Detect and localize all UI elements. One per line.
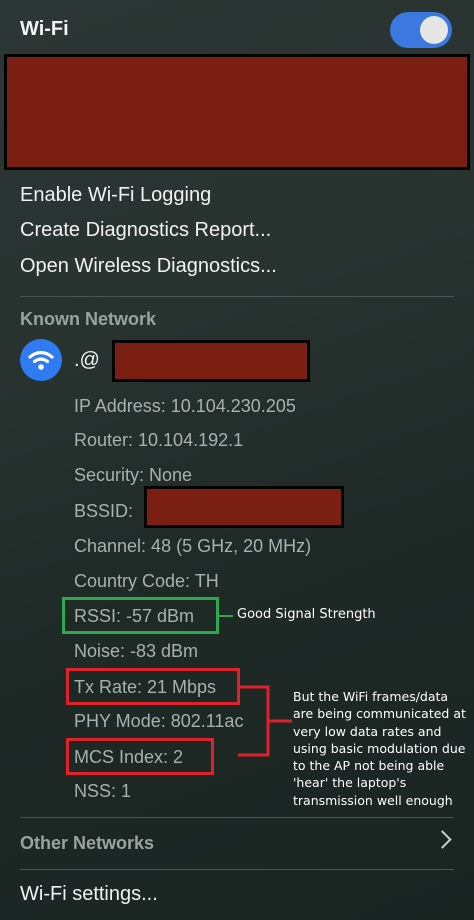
annotation-good-signal: Good Signal Strength [237, 607, 376, 622]
red-bracket-connector [238, 685, 292, 757]
annotation-line: to the AP not being able [293, 758, 445, 774]
known-network-ssid[interactable]: .@ [74, 349, 100, 372]
detail-mcs-index: MCS Index: 2 [74, 747, 184, 767]
wifi-settings-link[interactable]: Wi-Fi settings... [20, 883, 158, 906]
divider [20, 817, 454, 818]
divider [20, 869, 454, 870]
annotation-line: very low data rates and [293, 723, 442, 739]
toggle-knob [420, 16, 448, 44]
annotation-line: 'hear' the laptop's [293, 775, 407, 791]
wifi-title: Wi-Fi [20, 18, 69, 40]
detail-nss: NSS: 1 [74, 781, 132, 801]
detail-security: Security: None [74, 465, 193, 485]
detail-tx-rate: Tx Rate: 21 Mbps [74, 677, 217, 697]
divider [20, 296, 454, 297]
detail-rssi: RSSI: -57 dBm [74, 606, 195, 626]
annotation-line: using basic modulation due [293, 740, 466, 756]
redacted-ssid [112, 340, 310, 382]
annotation-line: But the WiFi frames/data [293, 689, 449, 704]
annotation-line: transmission well enough [293, 792, 453, 808]
menu-create-diagnostics-report[interactable]: Create Diagnostics Report... [20, 219, 271, 242]
detail-noise: Noise: -83 dBm [74, 641, 199, 661]
wifi-toggle[interactable] [390, 12, 452, 48]
chevron-right-icon[interactable] [433, 830, 452, 849]
redacted-bssid [144, 486, 344, 528]
annotation-low-rate-explanation: But the WiFi frames/data are being commu… [293, 688, 471, 809]
menu-open-wireless-diagnostics[interactable]: Open Wireless Diagnostics... [20, 255, 277, 278]
detail-channel: Channel: 48 (5 GHz, 20 MHz) [74, 536, 312, 556]
detail-router: Router: 10.104.192.1 [74, 430, 244, 450]
other-networks-label[interactable]: Other Networks [20, 833, 154, 854]
detail-phy-mode: PHY Mode: 802.11ac [74, 711, 244, 731]
green-connector-line [219, 615, 233, 617]
detail-country-code: Country Code: TH [74, 571, 219, 591]
wifi-icon [28, 351, 54, 370]
detail-ip-address: IP Address: 10.104.230.205 [74, 396, 296, 416]
known-network-heading: Known Network [20, 309, 157, 329]
annotation-line: are being communicated at [293, 706, 466, 722]
wifi-network-icon[interactable] [20, 339, 62, 381]
menu-enable-wifi-logging[interactable]: Enable Wi-Fi Logging [20, 184, 211, 207]
detail-bssid: BSSID: [74, 501, 134, 521]
redacted-block-header [4, 54, 470, 170]
